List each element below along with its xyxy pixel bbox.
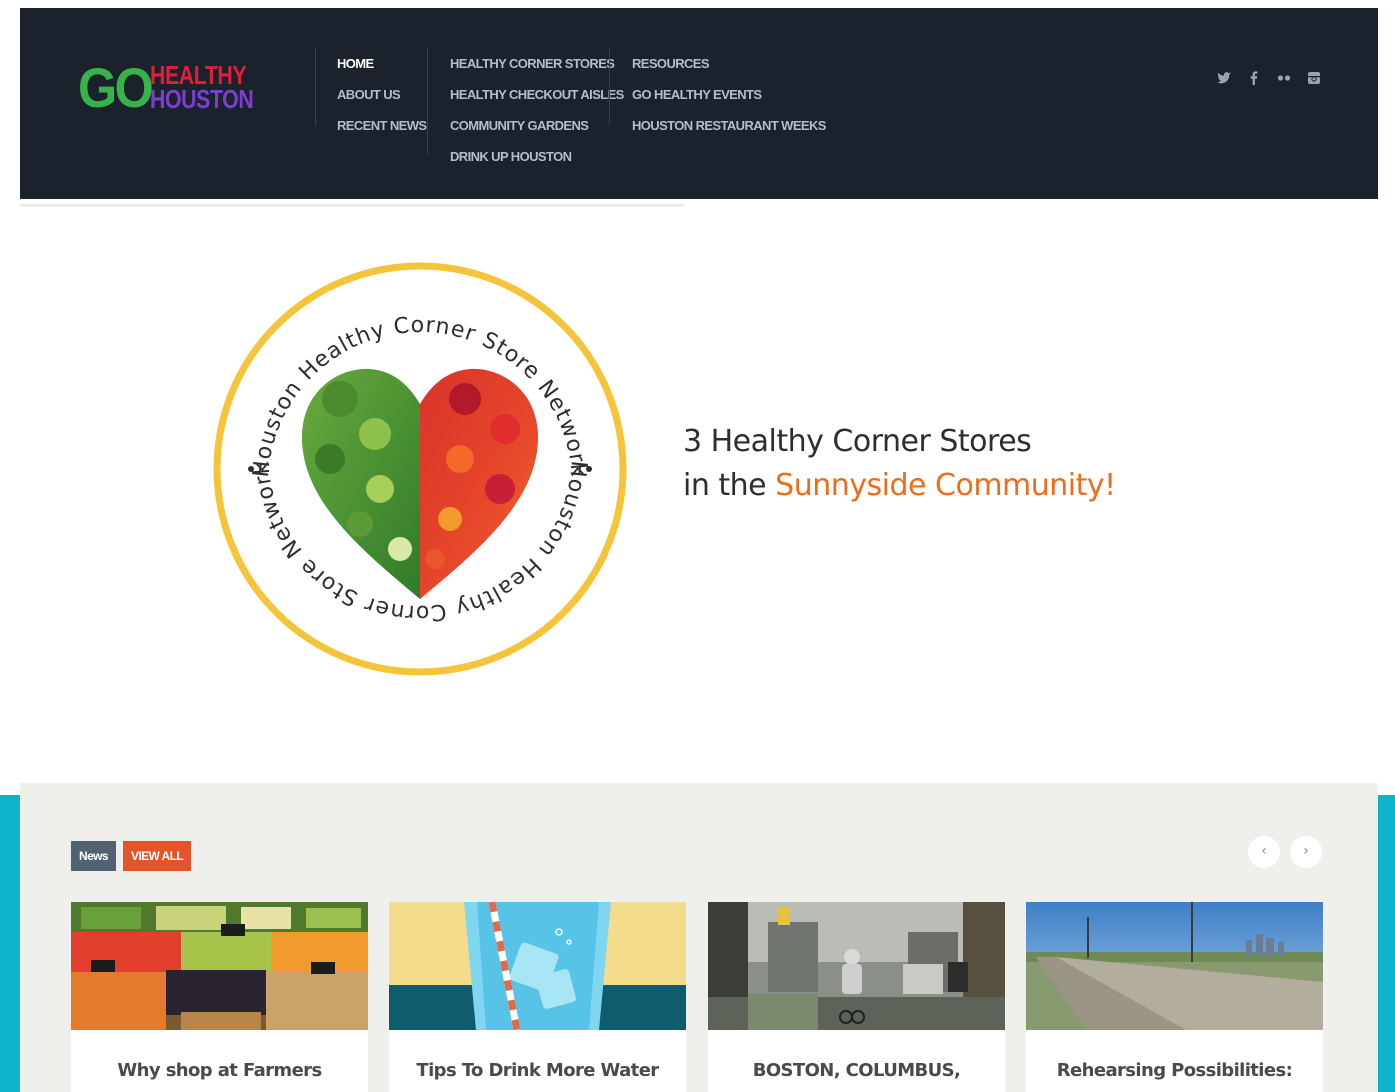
news-card[interactable]: Tips To Drink More Water	[389, 902, 686, 1092]
hero-slide: Houston Healthy Corner Store Network Hou…	[20, 207, 1378, 783]
card-thumbnail-bridge[interactable]	[1026, 902, 1323, 1030]
nav-drink-up-houston[interactable]: DRINK UP HOUSTON	[450, 141, 624, 172]
news-tag: News	[71, 841, 116, 871]
hero-line-1: 3 Healthy Corner Stores	[683, 424, 1032, 459]
news-card[interactable]: Rehearsing Possibilities:	[1026, 902, 1323, 1092]
nav-houston-restaurant-weeks[interactable]: HOUSTON RESTAURANT WEEKS	[632, 110, 826, 141]
nav-column-programs: HEALTHY CORNER STORES HEALTHY CHECKOUT A…	[427, 48, 624, 164]
twitter-icon[interactable]	[1216, 70, 1232, 86]
carousel-next-button[interactable]: ›	[1290, 836, 1322, 868]
news-card[interactable]: Why shop at Farmers	[71, 902, 368, 1092]
logo-go-text: GO	[78, 56, 154, 119]
nav-go-healthy-events[interactable]: GO HEALTHY EVENTS	[632, 79, 826, 110]
news-card[interactable]: BOSTON, COLUMBUS,	[708, 902, 1005, 1092]
page: GO HEALTHY HOUSTON HOME ABOUT US RECENT …	[20, 8, 1378, 1092]
nav-recent-news[interactable]: RECENT NEWS	[337, 110, 427, 141]
social-links	[1216, 68, 1322, 88]
card-thumbnail-farmers-market[interactable]	[71, 902, 368, 1030]
logo-houston-text: HOUSTON	[150, 84, 254, 114]
carousel-prev-button[interactable]: ‹	[1248, 836, 1280, 868]
nav-about-us[interactable]: ABOUT US	[337, 79, 426, 110]
card-thumbnail-cyclist[interactable]	[708, 902, 1005, 1030]
card-thumbnail-water[interactable]	[389, 902, 686, 1030]
nav-healthy-checkout-aisles[interactable]: HEALTHY CHECKOUT AISLES	[450, 79, 624, 110]
nav-community-gardens[interactable]: COMMUNITY GARDENS	[450, 110, 624, 141]
facebook-icon[interactable]	[1246, 70, 1262, 86]
hero-line-2: in the Sunnyside Community!	[683, 464, 1116, 508]
flickr-icon[interactable]	[1276, 70, 1292, 86]
nav-resources[interactable]: RESOURCES	[632, 48, 826, 79]
card-title[interactable]: Rehearsing Possibilities:	[1026, 1060, 1323, 1081]
hero-line-2-highlight: Sunnyside Community!	[775, 468, 1116, 503]
hero-line-2-prefix: in the	[683, 468, 767, 503]
card-title[interactable]: BOSTON, COLUMBUS,	[708, 1060, 1005, 1081]
view-all-button[interactable]: VIEW ALL	[123, 841, 192, 871]
instagram-icon[interactable]	[1306, 70, 1322, 86]
news-section: News VIEW ALL ‹ › Why shop at Farmers Ti…	[20, 783, 1378, 1092]
nav-home[interactable]: HOME	[337, 48, 426, 79]
nav-column-resources: RESOURCES GO HEALTHY EVENTS HOUSTON REST…	[609, 48, 826, 133]
card-title[interactable]: Why shop at Farmers	[71, 1060, 368, 1081]
corner-store-network-badge[interactable]: Houston Healthy Corner Store Network Hou…	[210, 259, 630, 679]
nav-healthy-corner-stores[interactable]: HEALTHY CORNER STORES	[450, 48, 624, 79]
nav-column-main: HOME ABOUT US RECENT NEWS	[315, 48, 427, 133]
hero-caption: 3 Healthy Corner Stores in the Sunnyside…	[683, 420, 1116, 508]
site-header: GO HEALTHY HOUSTON HOME ABOUT US RECENT …	[20, 8, 1378, 199]
card-title[interactable]: Tips To Drink More Water	[389, 1060, 686, 1081]
